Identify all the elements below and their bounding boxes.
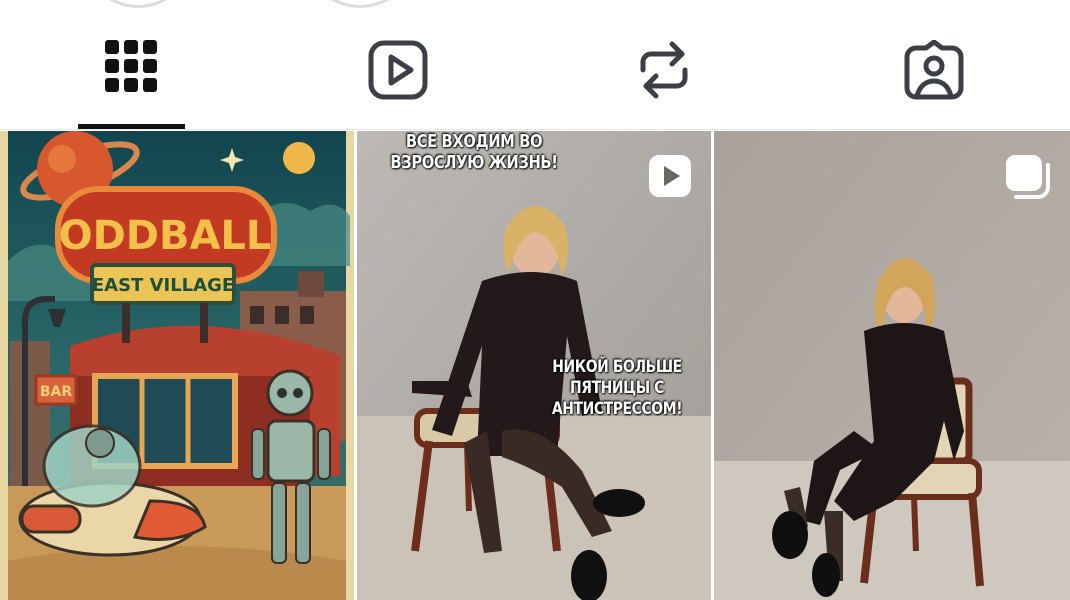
tagged-person-icon	[904, 30, 964, 107]
reel-top-caption: ВСЕ ВХОДИМ ВО ВЗРОСЛУЮ ЖИЗНЬ!	[390, 131, 558, 173]
profile-tab-bar	[0, 0, 1070, 130]
post-tile-1[interactable]: ODDBALL EAST VILLAGE BAR	[0, 131, 354, 600]
tab-tagged[interactable]	[879, 30, 989, 130]
post-tile-2[interactable]: ВСЕ ВХОДИМ ВО ВЗРОСЛУЮ ЖИЗНЬ! НИКОЙ БОЛЬ…	[357, 131, 711, 600]
oddball-sign-text: ODDBALL	[59, 213, 272, 259]
reel-middle-caption-line-1: НИКОЙ БОЛЬШЕ ПЯТНИЦЫ С	[552, 357, 682, 398]
tab-reels[interactable]	[343, 30, 453, 130]
carousel-stack-badge-icon	[1004, 153, 1052, 206]
reel-middle-caption: НИКОЙ БОЛЬШЕ ПЯТНИЦЫ С АНТИСТРЕССОМ!	[507, 357, 711, 420]
tab-divider	[0, 129, 1070, 130]
oddball-illustration: ODDBALL EAST VILLAGE BAR	[0, 131, 354, 600]
tab-reposts[interactable]	[609, 30, 719, 130]
grid-icon	[105, 30, 157, 105]
repost-icon	[638, 30, 690, 107]
reel-middle-caption-line-2: АНТИСТРЕССОМ!	[551, 399, 683, 419]
bar-sign-text: BAR	[40, 384, 73, 400]
post-tile-3[interactable]	[714, 131, 1070, 600]
tab-posts-grid[interactable]	[76, 30, 186, 130]
posts-grid: ODDBALL EAST VILLAGE BAR ВСЕ ВХОДИМ ВО В…	[0, 131, 1070, 600]
reel-play-badge-icon	[647, 153, 693, 204]
east-village-sign-text: EAST VILLAGE	[92, 275, 234, 296]
reels-play-icon	[368, 30, 428, 107]
